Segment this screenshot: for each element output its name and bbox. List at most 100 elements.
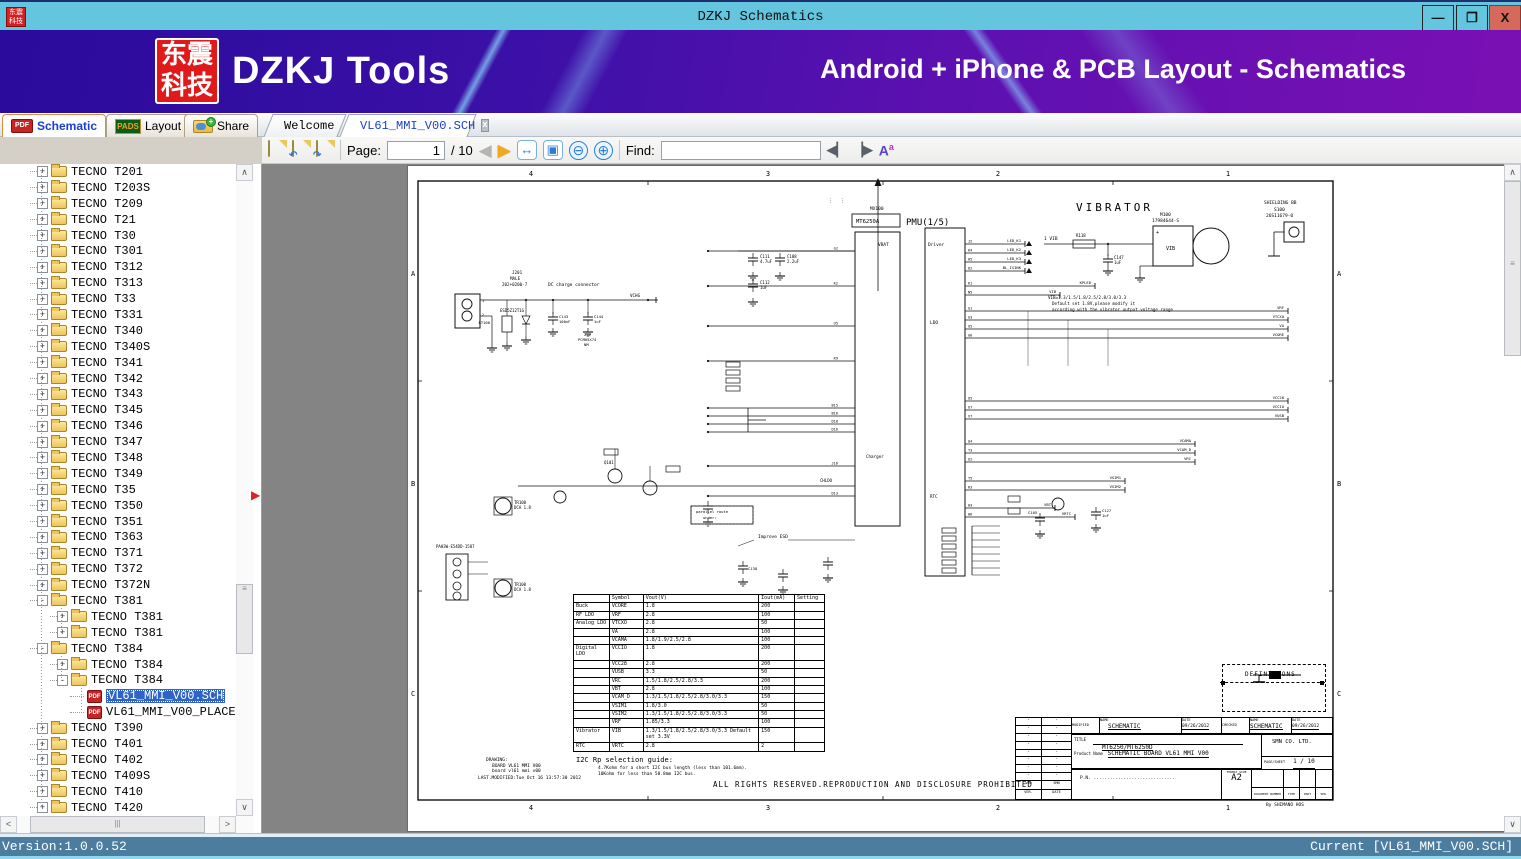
expand-icon[interactable]: + [37,182,48,194]
tree-item-label[interactable]: TECNO T343 [71,387,143,401]
expand-icon[interactable]: + [37,452,48,464]
tree-folder-row[interactable]: + TECNO T347 [0,434,236,450]
expand-icon[interactable]: + [37,770,48,782]
previous-view-button[interactable]: ↶ [289,140,310,161]
tree-folder-row[interactable]: + TECNO T312 [0,259,236,275]
tree-item-label[interactable]: TECNO T313 [71,276,143,290]
tree-item-label[interactable]: TECNO T420 [71,801,143,815]
expand-icon[interactable]: + [57,611,68,623]
viewer-scroll-thumb[interactable]: ≡ [1504,181,1521,356]
expand-icon[interactable]: + [37,341,48,353]
expand-icon[interactable]: + [37,373,48,385]
tree-folder-row[interactable]: - TECNO T384 [0,672,236,689]
tree-item-label[interactable]: TECNO T341 [71,356,143,370]
single-page-view-button[interactable] [268,140,286,159]
tree-item-label[interactable]: TECNO T384 [91,673,163,687]
expand-icon[interactable]: + [37,388,48,400]
tree-folder-row[interactable]: + TECNO T349 [0,466,236,482]
tree-folder-row[interactable]: + TECNO T301 [0,243,236,259]
tree-folder-row[interactable]: + TECNO T343 [0,386,236,402]
tree-folder-row[interactable]: + TECNO T345 [0,402,236,418]
tree-folder-row[interactable]: - TECNO T381 [0,593,236,609]
tree-item-label[interactable]: TECNO T384 [91,658,163,672]
tree-item-label[interactable]: TECNO T384 [71,642,143,656]
tab-share[interactable]: + Share [184,114,259,137]
collapse-icon[interactable]: - [57,674,68,686]
tree-folder-row[interactable]: + TECNO T384 [0,657,236,673]
tree-item-label[interactable]: VL61_MMI_V00_PLACEMENT [106,705,236,719]
expand-icon[interactable]: + [37,547,48,559]
close-button[interactable]: X [1489,5,1521,31]
find-input[interactable] [660,140,821,160]
tree-item-label[interactable]: TECNO T301 [71,244,143,258]
tree-item-label[interactable]: TECNO T401 [71,737,143,751]
tree-folder-row[interactable]: + TECNO T420 [0,800,236,816]
expand-icon[interactable]: + [37,738,48,750]
tree-folder-row[interactable]: + TECNO T381 [0,609,236,625]
expand-icon[interactable]: + [57,659,68,671]
expand-icon[interactable]: + [37,484,48,496]
panel-collapse-arrow-icon[interactable]: ▶ [251,488,260,502]
tree-item-label[interactable]: TECNO T348 [71,451,143,465]
expand-icon[interactable]: + [37,357,48,369]
tree-item-label[interactable]: TECNO T340S [71,340,150,354]
expand-icon[interactable]: + [37,468,48,480]
tree-item-label[interactable]: TECNO T409S [71,769,150,783]
tree-item-label[interactable]: TECNO T35 [71,483,136,497]
viewer-scroll-down-icon[interactable]: ∨ [1504,816,1521,833]
tree-folder-row[interactable]: + TECNO T372 [0,561,236,577]
next-view-button[interactable]: ↷ [313,140,334,161]
tree-folder-row[interactable]: + TECNO T348 [0,450,236,466]
collapse-icon[interactable]: - [37,595,48,607]
tree-folder-row[interactable]: + TECNO T21 [0,212,236,228]
tree-folder-row[interactable]: + TECNO T350 [0,498,236,514]
schematic-page[interactable]: 4 4 3 3 2 2 1 1 A A B B C C ⋮ ⋮ VIBRATOR 1 VIB R118 C147 1uF… [408,166,1504,831]
expand-icon[interactable]: + [37,245,48,257]
tree-item-label[interactable]: TECNO T410 [71,785,143,799]
tree-folder-row[interactable]: + TECNO T410 [0,784,236,800]
expand-icon[interactable]: + [37,531,48,543]
tree-item-label[interactable]: TECNO T340 [71,324,143,338]
expand-icon[interactable]: + [37,261,48,273]
tree-folder-row[interactable]: + TECNO T313 [0,275,236,291]
tree-item-label[interactable]: TECNO T346 [71,419,143,433]
close-tab-icon[interactable]: x [481,119,489,132]
tree-scroll-down-icon[interactable]: ∨ [236,799,253,816]
tree-folder-row[interactable]: + TECNO T203S [0,180,236,196]
tree-item-label[interactable]: TECNO T381 [71,594,143,608]
tree-item-label[interactable]: TECNO T201 [71,165,143,179]
tree-item-label[interactable]: TECNO T203S [71,181,150,195]
find-next-button[interactable]: ▕▶ [853,142,873,158]
expand-icon[interactable]: + [37,309,48,321]
tree-folder-row[interactable]: + TECNO T401 [0,736,236,752]
tree-item-label[interactable]: TECNO T347 [71,435,143,449]
tree-scroll-right-icon[interactable]: > [219,816,236,833]
expand-icon[interactable]: + [37,722,48,734]
tree-item-label[interactable]: TECNO T331 [71,308,143,322]
minimize-button[interactable]: — [1422,5,1454,31]
tree-folder-row[interactable]: + TECNO T340S [0,339,236,355]
tree-folder-row[interactable]: + TECNO T346 [0,418,236,434]
tab-layout[interactable]: PADS Layout [106,114,191,137]
tree-scroll-left-icon[interactable]: < [0,816,17,833]
expand-icon[interactable]: + [37,802,48,814]
tree-item-label[interactable]: TECNO T381 [91,626,163,640]
viewer-scroll-up-icon[interactable]: ∧ [1504,164,1521,181]
tree-scroll-thumb[interactable]: ≡ [236,584,253,654]
tree-scroll-up-icon[interactable]: ∧ [236,164,253,181]
tree-item-label[interactable]: TECNO T345 [71,403,143,417]
tab-schematic[interactable]: PDF Schematic [2,114,107,137]
maximize-button[interactable]: ❐ [1456,5,1488,31]
tree-item-label[interactable]: TECNO T349 [71,467,143,481]
tree-item-label[interactable]: TECNO T342 [71,372,143,386]
expand-icon[interactable]: + [37,786,48,798]
expand-icon[interactable]: + [37,579,48,591]
tree-item-label-selected[interactable]: VL61_MMI_V00.SCH [106,689,226,704]
tree-hscroll-thumb[interactable]: ||| [30,816,205,833]
expand-icon[interactable]: + [37,166,48,178]
tree-item-label[interactable]: TECNO T381 [91,610,163,624]
tree-folder-row[interactable]: + TECNO T209 [0,196,236,212]
expand-icon[interactable]: + [37,230,48,241]
tree-folder-row[interactable]: + TECNO T402 [0,752,236,768]
tree-folder-row[interactable]: + TECNO T390 [0,720,236,736]
